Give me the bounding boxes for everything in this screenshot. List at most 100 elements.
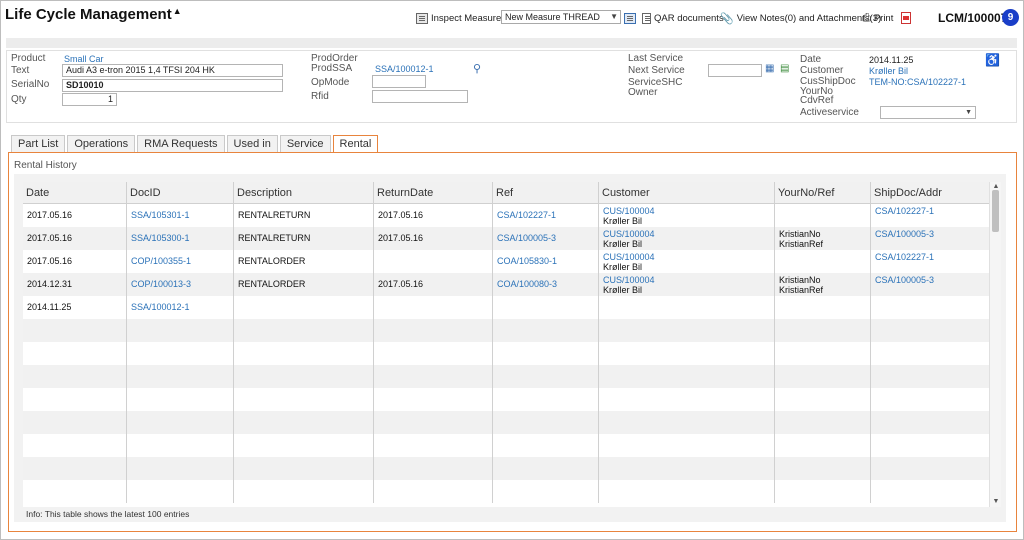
table-cell <box>493 411 599 434</box>
table-cell <box>871 365 989 388</box>
cell-link[interactable]: CSA/102227-1 <box>875 252 989 262</box>
table-cell: 2017.05.16 <box>23 250 127 273</box>
table-cell <box>374 388 493 411</box>
tab-used-in[interactable]: Used in <box>226 135 278 152</box>
cell-link[interactable]: SSA/100012-1 <box>131 296 233 319</box>
col-description[interactable]: Description <box>234 182 374 204</box>
app-title[interactable]: Life Cycle Management▲ <box>5 6 182 23</box>
table-cell: KristianNo KristianRef <box>775 227 871 250</box>
cell-link[interactable]: CSA/102227-1 <box>875 206 989 216</box>
view-notes-button[interactable]: 📎 View Notes(0) and Attachments(3) <box>720 11 881 25</box>
cell-link[interactable]: SSA/105300-1 <box>131 227 233 250</box>
table-cell <box>374 342 493 365</box>
col-ref[interactable]: Ref <box>493 182 599 204</box>
cell-link[interactable]: CSA/100005-3 <box>875 229 989 239</box>
cdvref-label: CdvRef <box>800 95 834 106</box>
table-cell <box>23 319 127 342</box>
table-row[interactable]: 2014.12.31 COP/100013-3 RENTALORDER 2017.05… <box>23 273 989 296</box>
table-row[interactable]: 2014.11.25 SSA/100012-1 <box>23 296 989 319</box>
table-cell: SSA/105301-1 <box>127 204 234 227</box>
opmode-field[interactable] <box>372 75 426 88</box>
table-cell <box>871 411 989 434</box>
caret-icon: ▲ <box>172 6 182 16</box>
table-cell <box>871 388 989 411</box>
rfid-field[interactable] <box>372 90 468 103</box>
scrollbar-thumb[interactable] <box>992 190 999 232</box>
qty-field[interactable]: 1 <box>62 93 117 106</box>
cell-link[interactable]: CSA/100005-3 <box>497 227 598 250</box>
app-title-text: Life Cycle Management <box>5 6 172 23</box>
prodssa-link[interactable]: SSA/100012-1 <box>375 64 434 74</box>
table-cell <box>127 457 234 480</box>
table-cell <box>234 365 374 388</box>
cell-text: RENTALORDER <box>238 279 306 289</box>
col-customer[interactable]: Customer <box>599 182 775 204</box>
new-measure-add-button[interactable] <box>624 11 636 25</box>
add-document-icon <box>624 12 636 24</box>
tab-rma-requests[interactable]: RMA Requests <box>137 135 225 152</box>
pdf-button[interactable] <box>901 11 911 25</box>
col-date[interactable]: Date <box>23 182 127 204</box>
table-cell: RENTALRETURN <box>234 227 374 250</box>
table-row[interactable]: 2017.05.16 SSA/105300-1 RENTALRETURN 2017.0… <box>23 227 989 250</box>
col-yourno-ref[interactable]: YourNo/Ref <box>775 182 871 204</box>
cell-link[interactable]: CSA/102227-1 <box>497 204 598 227</box>
pdf-icon <box>901 12 911 24</box>
tab-part-list[interactable]: Part List <box>11 135 66 152</box>
cell-link[interactable]: CUS/100004 <box>603 252 774 262</box>
tab-operations[interactable]: Operations <box>67 135 136 152</box>
table-cell <box>374 296 493 319</box>
bike-icon[interactable]: ♿ <box>985 53 1000 67</box>
cell-link[interactable]: CSA/100005-3 <box>875 275 989 285</box>
measure-select[interactable]: New Measure THREAD ▼ <box>501 10 621 24</box>
cell-text: Krøller Bil <box>603 285 643 295</box>
table-scrollbar[interactable]: ▲ ▼ <box>989 182 1001 507</box>
table-cell: 2017.05.16 <box>23 204 127 227</box>
table-cell: CUS/100004 Krøller Bil <box>599 250 775 273</box>
table-cell: 2017.05.16 <box>374 204 493 227</box>
tab-rental[interactable]: Rental <box>332 135 379 152</box>
notification-badge[interactable]: 9 <box>1002 9 1019 26</box>
customer-link[interactable]: Krøller Bil <box>869 66 908 76</box>
table-cell <box>374 319 493 342</box>
table-cell: 2017.05.16 <box>374 273 493 296</box>
product-link[interactable]: Small Car <box>64 54 104 64</box>
table-cell <box>374 250 493 273</box>
cell-link[interactable]: CUS/100004 <box>603 275 774 285</box>
col-returndate[interactable]: ReturnDate <box>374 182 493 204</box>
table-cell <box>493 319 599 342</box>
cell-link[interactable]: SSA/105301-1 <box>131 204 233 227</box>
cell-link[interactable]: CUS/100004 <box>603 206 774 216</box>
cell-link[interactable]: COA/105830-1 <box>497 250 598 273</box>
table-cell: CSA/102227-1 <box>871 250 989 273</box>
table-cell <box>374 411 493 434</box>
cell-text: 2017.05.16 <box>27 256 73 266</box>
col-docid[interactable]: DocID <box>127 182 234 204</box>
cell-text: 2014.11.25 <box>27 302 72 312</box>
customer-label: Customer <box>800 65 844 76</box>
cell-link[interactable]: COP/100355-1 <box>131 250 233 273</box>
table-cell: COP/100013-3 <box>127 273 234 296</box>
text-field[interactable]: Audi A3 e-tron 2015 1,4 TFSI 204 HK <box>62 64 283 77</box>
add-service-icon[interactable]: ▤ <box>780 63 789 74</box>
next-service-field[interactable] <box>708 64 762 77</box>
col-shipdoc-addr[interactable]: ShipDoc/Addr <box>871 182 989 204</box>
print-label: Print <box>873 12 894 24</box>
table-cell: SSA/105300-1 <box>127 227 234 250</box>
cell-link[interactable]: CUS/100004 <box>603 229 774 239</box>
table-row[interactable]: 2017.05.16 COP/100355-1 RENTALORDER COA/105… <box>23 250 989 273</box>
activeservice-select[interactable]: ▼ <box>880 106 976 119</box>
print-button[interactable]: ⎙ Print <box>862 11 893 25</box>
search-icon[interactable]: ⚲ <box>473 62 481 75</box>
scroll-down-icon[interactable]: ▼ <box>990 497 1002 507</box>
qar-documents-button[interactable]: QAR documents <box>642 11 724 25</box>
table-cell: CUS/100004 Krøller Bil <box>599 227 775 250</box>
cell-link[interactable]: COA/100080-3 <box>497 273 598 296</box>
tab-service[interactable]: Service <box>279 135 331 152</box>
serial-field[interactable]: SD10010 <box>62 79 283 92</box>
calendar-icon[interactable]: ▦ <box>765 63 774 74</box>
cusshipdoc-link[interactable]: TEM-NO:CSA/102227-1 <box>869 77 966 87</box>
table-row[interactable]: 2017.05.16 SSA/105301-1 RENTALRETURN 2017.0… <box>23 204 989 227</box>
cell-link[interactable]: COP/100013-3 <box>131 273 233 296</box>
inspect-measures-button[interactable]: Inspect Measures <box>416 11 506 25</box>
